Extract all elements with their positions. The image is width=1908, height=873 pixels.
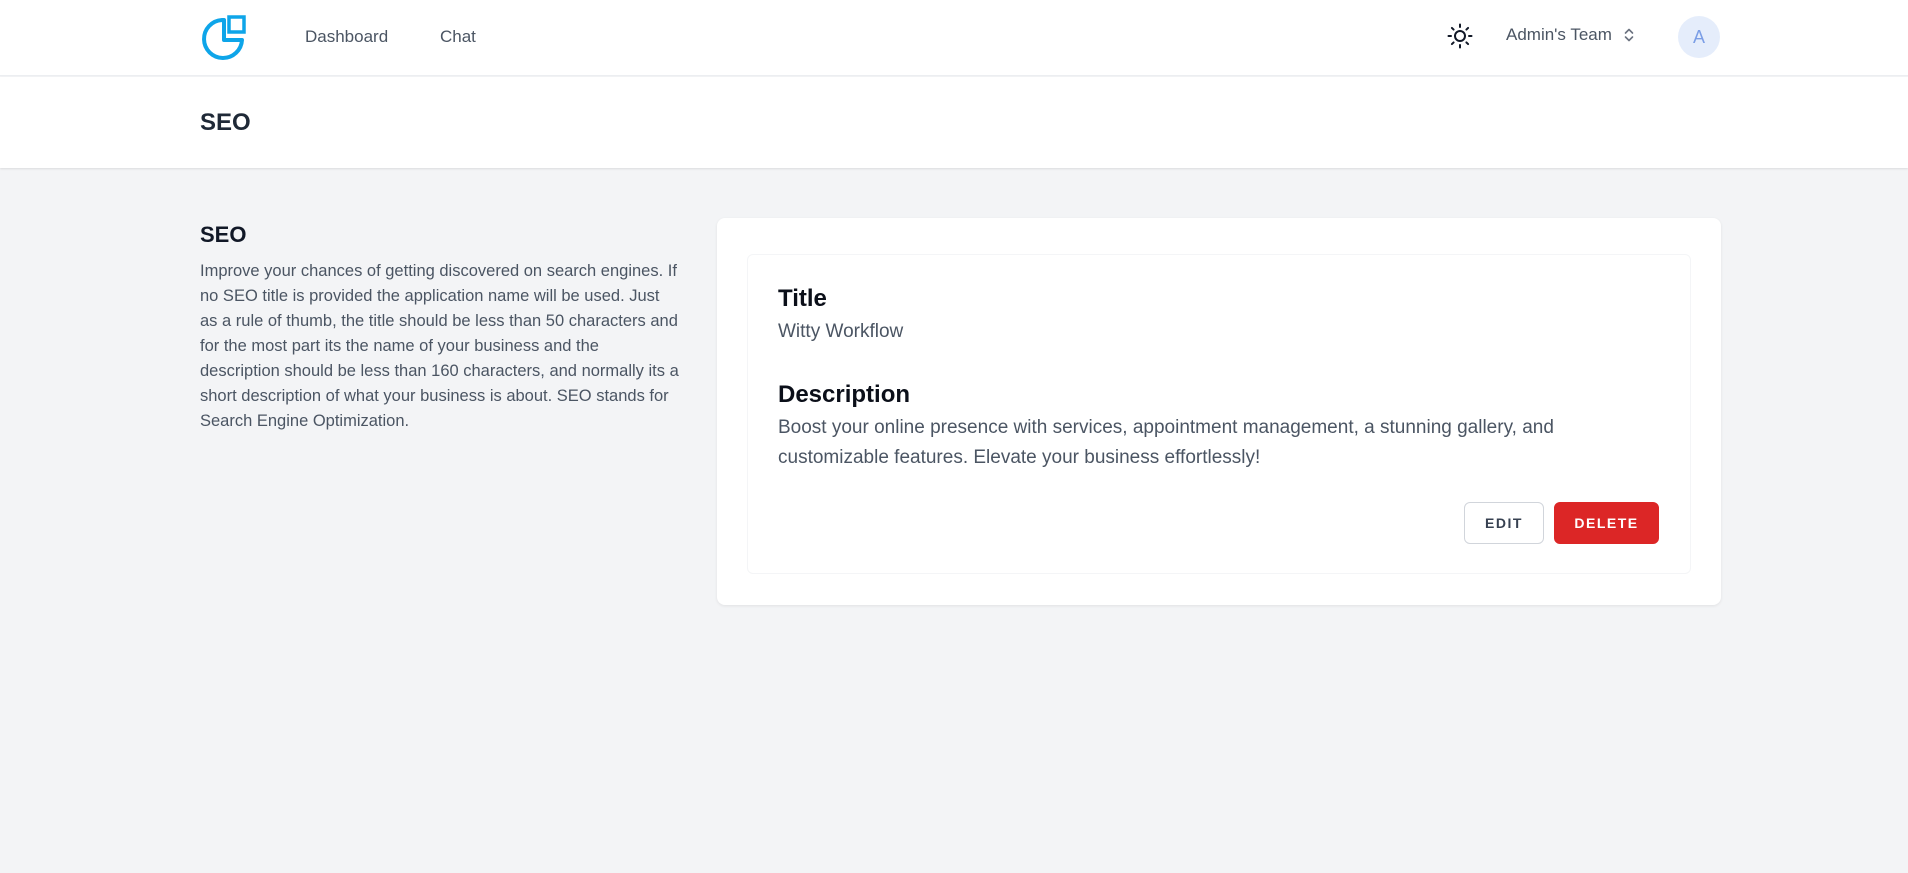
team-name: Admin's Team [1506, 25, 1612, 44]
sun-icon[interactable] [1446, 22, 1474, 50]
nav-link-chat[interactable]: Chat [440, 27, 476, 47]
title-label: Title [778, 285, 827, 312]
delete-button[interactable]: DELETE [1554, 502, 1659, 544]
section-title: SEO [200, 222, 247, 247]
team-switcher[interactable]: Admin's Team [1506, 25, 1636, 45]
section-description: Improve your chances of getting discover… [200, 262, 679, 430]
seo-card: Title Witty Workflow Description Boost y… [717, 218, 1721, 605]
avatar[interactable]: A [1678, 16, 1720, 58]
top-navbar: Dashboard Chat Admin's Team A [0, 0, 1908, 76]
description-label: Description [778, 381, 911, 408]
page-header: SEO [0, 77, 1908, 168]
description-value: Boost your online presence with services… [778, 417, 1554, 468]
chevron-up-down-icon [1624, 28, 1634, 42]
nav-link-dashboard[interactable]: Dashboard [305, 27, 388, 47]
logo-icon[interactable] [200, 13, 250, 63]
seo-details: Title Witty Workflow Description Boost y… [747, 254, 1691, 574]
page-title: SEO [200, 109, 251, 136]
edit-button[interactable]: EDIT [1464, 502, 1544, 544]
title-value: Witty Workflow [778, 321, 904, 342]
